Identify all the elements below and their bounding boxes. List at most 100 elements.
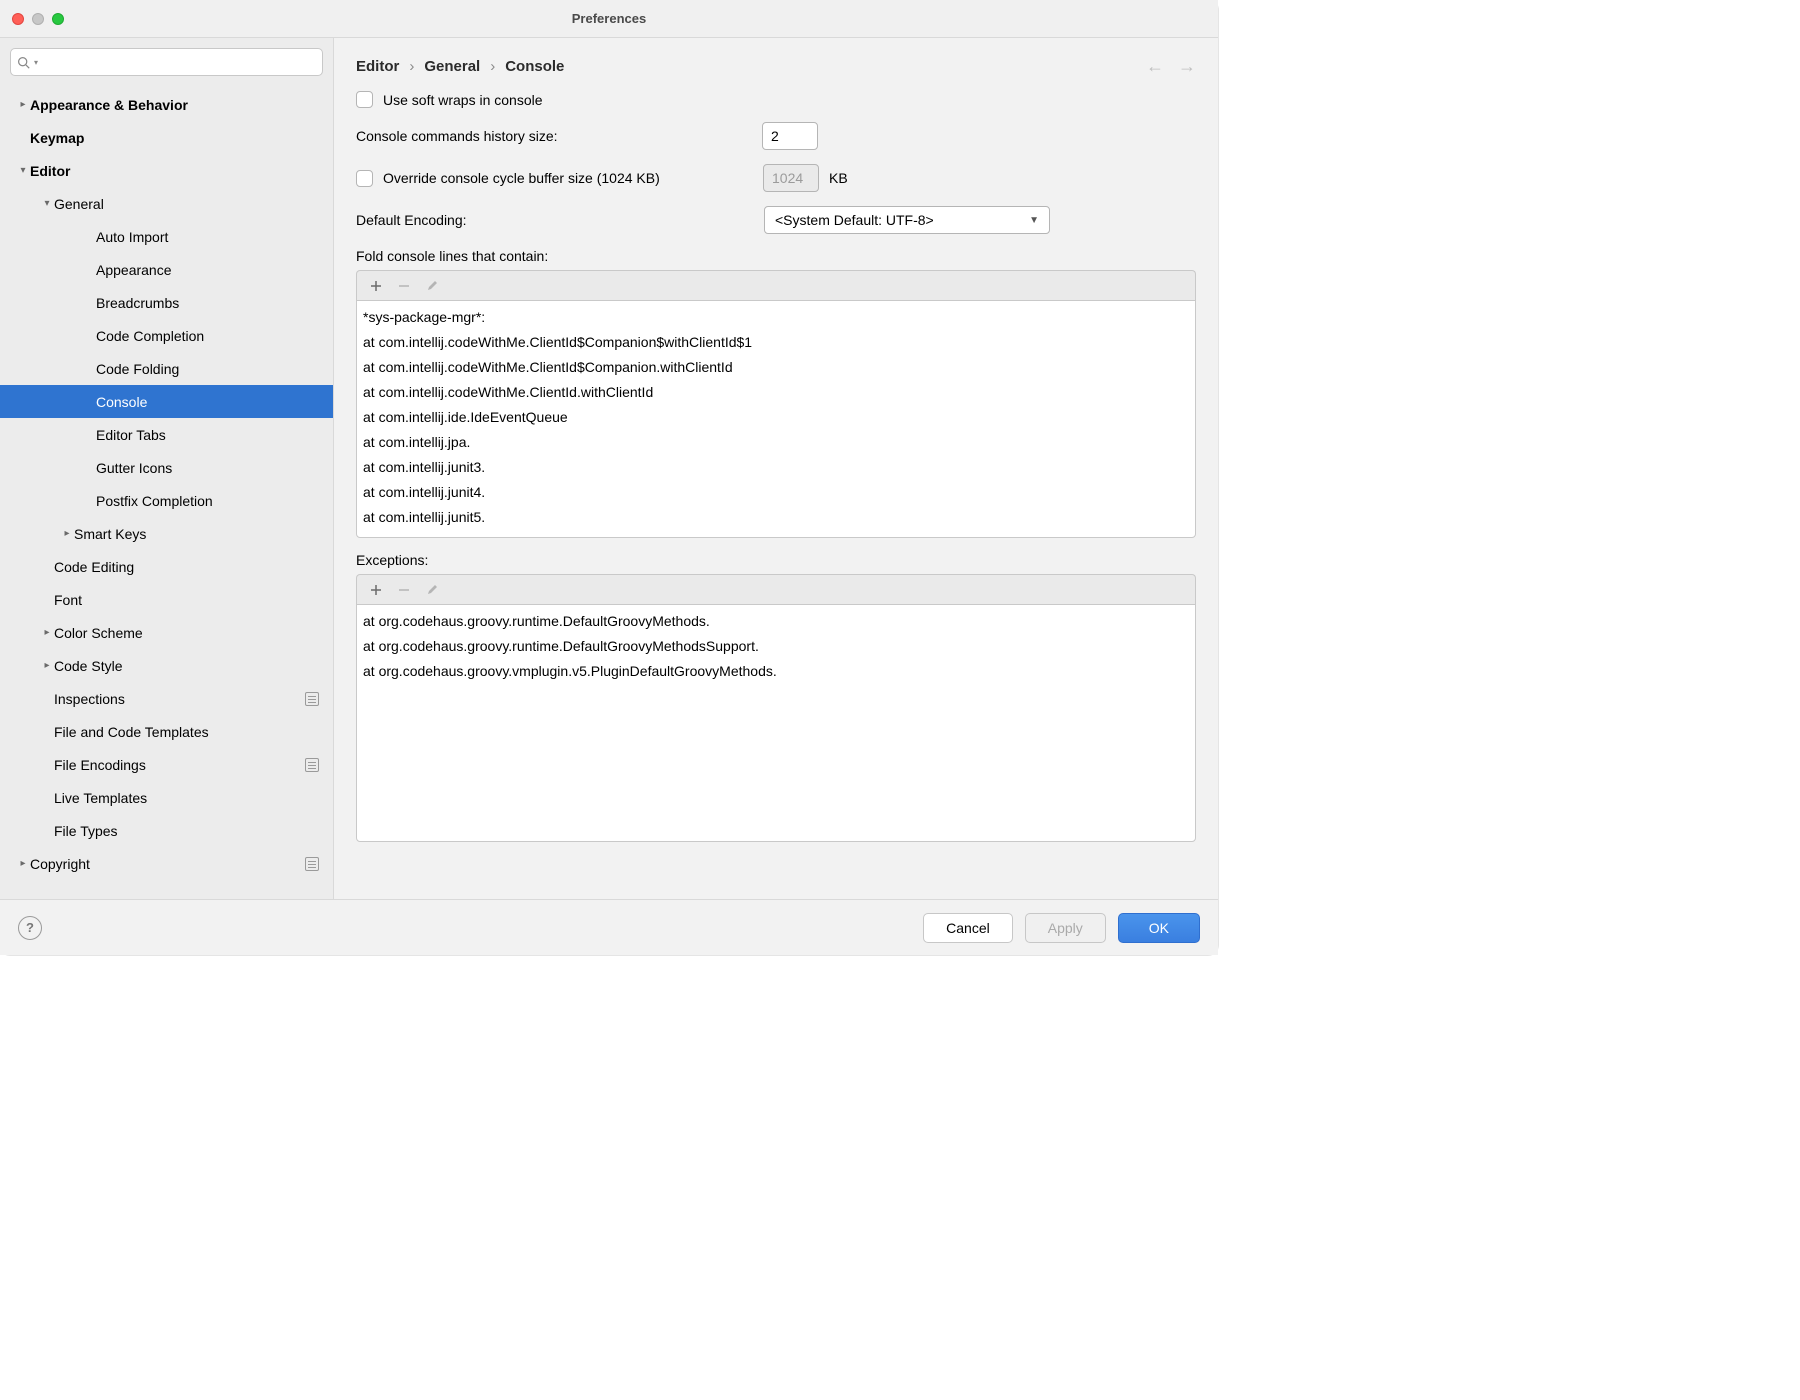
apply-button[interactable]: Apply: [1025, 913, 1106, 943]
sidebar-item-code-style[interactable]: ▸Code Style: [0, 649, 333, 682]
settings-tree: ▸Appearance & Behavior▸Keymap▾Editor▾Gen…: [0, 84, 333, 899]
back-icon[interactable]: ←: [1146, 56, 1164, 77]
help-button[interactable]: ?: [18, 916, 42, 940]
list-item[interactable]: *sys-package-mgr*:: [363, 305, 1189, 330]
forward-icon[interactable]: →: [1178, 56, 1196, 77]
buffer-unit-label: KB: [829, 170, 848, 186]
sidebar-item-label: File and Code Templates: [54, 724, 209, 740]
sidebar-item-editor[interactable]: ▾Editor: [0, 154, 333, 187]
edit-icon[interactable]: [425, 280, 439, 292]
sidebar-item-label: Copyright: [30, 856, 90, 872]
search-input[interactable]: ▾: [10, 48, 323, 76]
sidebar-item-appearance[interactable]: ▸Appearance: [0, 253, 333, 286]
remove-icon[interactable]: [397, 584, 411, 596]
chevron-down-icon: ▾: [40, 198, 54, 209]
sidebar-item-code-completion[interactable]: ▸Code Completion: [0, 319, 333, 352]
sidebar-item-file-and-code-templates[interactable]: ▸File and Code Templates: [0, 715, 333, 748]
history-size-input[interactable]: [762, 122, 818, 150]
nav-arrows: ← →: [1146, 56, 1196, 77]
override-buffer-label: Override console cycle buffer size (1024…: [383, 170, 753, 186]
list-item[interactable]: at com.intellij.codeWithMe.ClientId.with…: [363, 380, 1189, 405]
exceptions-list[interactable]: at org.codehaus.groovy.runtime.DefaultGr…: [356, 604, 1196, 842]
sidebar-item-label: Appearance: [96, 262, 172, 278]
chevron-right-icon: ▸: [40, 627, 54, 638]
list-item[interactable]: at org.codehaus.groovy.runtime.DefaultGr…: [363, 634, 1189, 659]
sidebar-item-console[interactable]: ▸Console: [0, 385, 333, 418]
sidebar-item-file-encodings[interactable]: ▸File Encodings: [0, 748, 333, 781]
footer: ? Cancel Apply OK: [0, 899, 1218, 955]
fold-lines-list[interactable]: *sys-package-mgr*:at com.intellij.codeWi…: [356, 300, 1196, 538]
list-item[interactable]: at com.intellij.junit3.: [363, 455, 1189, 480]
sidebar-item-gutter-icons[interactable]: ▸Gutter Icons: [0, 451, 333, 484]
main-panel: Editor › General › Console ← → Use soft …: [334, 38, 1218, 899]
breadcrumb-item: Console: [505, 58, 564, 75]
sidebar-item-inspections[interactable]: ▸Inspections: [0, 682, 333, 715]
list-item[interactable]: at org.codehaus.groovy.runtime.DefaultGr…: [363, 609, 1189, 634]
add-icon[interactable]: [369, 584, 383, 596]
sidebar-item-label: Console: [96, 394, 147, 410]
ok-button[interactable]: OK: [1118, 913, 1200, 943]
remove-icon[interactable]: [397, 280, 411, 292]
chevron-right-icon: ›: [490, 58, 495, 75]
sidebar-item-file-types[interactable]: ▸File Types: [0, 814, 333, 847]
sidebar-item-font[interactable]: ▸Font: [0, 583, 333, 616]
project-badge-icon: [305, 692, 319, 706]
sidebar-item-postfix-completion[interactable]: ▸Postfix Completion: [0, 484, 333, 517]
list-item[interactable]: at com.intellij.jpa.: [363, 430, 1189, 455]
sidebar-item-code-editing[interactable]: ▸Code Editing: [0, 550, 333, 583]
sidebar-item-breadcrumbs[interactable]: ▸Breadcrumbs: [0, 286, 333, 319]
chevron-right-icon: ▸: [16, 99, 30, 110]
soft-wraps-checkbox[interactable]: [356, 91, 373, 108]
sidebar-item-smart-keys[interactable]: ▸Smart Keys: [0, 517, 333, 550]
encoding-label: Default Encoding:: [356, 212, 754, 228]
sidebar-item-label: Gutter Icons: [96, 460, 172, 476]
chevron-down-icon: ▾: [16, 165, 30, 176]
sidebar-item-label: Auto Import: [96, 229, 168, 245]
sidebar-item-label: Code Folding: [96, 361, 179, 377]
history-size-label: Console commands history size:: [356, 128, 752, 144]
chevron-right-icon: ▸: [16, 858, 30, 869]
search-field[interactable]: [42, 55, 316, 70]
list-item[interactable]: at org.codehaus.groovy.vmplugin.v5.Plugi…: [363, 659, 1189, 684]
window-title: Preferences: [0, 11, 1218, 26]
breadcrumb-item[interactable]: General: [424, 58, 480, 75]
sidebar-item-general[interactable]: ▾General: [0, 187, 333, 220]
sidebar-item-label: File Types: [54, 823, 118, 839]
chevron-right-icon: ▸: [40, 660, 54, 671]
override-buffer-checkbox[interactable]: [356, 170, 373, 187]
fold-lines-toolbar: [356, 270, 1196, 300]
sidebar-item-label: Code Style: [54, 658, 122, 674]
titlebar: Preferences: [0, 0, 1218, 38]
edit-icon[interactable]: [425, 584, 439, 596]
list-item[interactable]: at com.intellij.codeWithMe.ClientId$Comp…: [363, 355, 1189, 380]
sidebar-item-label: Live Templates: [54, 790, 147, 806]
breadcrumb-item[interactable]: Editor: [356, 58, 399, 75]
list-item[interactable]: at com.intellij.junit5.: [363, 505, 1189, 530]
sidebar-item-label: Font: [54, 592, 82, 608]
search-icon: [17, 56, 30, 69]
encoding-select[interactable]: <System Default: UTF-8> ▼: [764, 206, 1050, 234]
sidebar-item-live-templates[interactable]: ▸Live Templates: [0, 781, 333, 814]
sidebar-item-code-folding[interactable]: ▸Code Folding: [0, 352, 333, 385]
sidebar-item-label: Code Editing: [54, 559, 134, 575]
sidebar-item-keymap[interactable]: ▸Keymap: [0, 121, 333, 154]
sidebar-item-label: Color Scheme: [54, 625, 143, 641]
list-item[interactable]: at com.intellij.junit4.: [363, 480, 1189, 505]
sidebar-item-label: Appearance & Behavior: [30, 97, 188, 113]
project-badge-icon: [305, 857, 319, 871]
chevron-down-icon: ▼: [1029, 215, 1039, 226]
encoding-value: <System Default: UTF-8>: [775, 212, 934, 228]
project-badge-icon: [305, 758, 319, 772]
list-item[interactable]: at com.intellij.codeWithMe.ClientId$Comp…: [363, 330, 1189, 355]
cancel-button[interactable]: Cancel: [923, 913, 1013, 943]
sidebar: ▾ ▸Appearance & Behavior▸Keymap▾Editor▾G…: [0, 38, 334, 899]
sidebar-item-label: Smart Keys: [74, 526, 146, 542]
sidebar-item-auto-import[interactable]: ▸Auto Import: [0, 220, 333, 253]
sidebar-item-editor-tabs[interactable]: ▸Editor Tabs: [0, 418, 333, 451]
add-icon[interactable]: [369, 280, 383, 292]
sidebar-item-copyright[interactable]: ▸Copyright: [0, 847, 333, 880]
sidebar-item-color-scheme[interactable]: ▸Color Scheme: [0, 616, 333, 649]
list-item[interactable]: at com.intellij.ide.IdeEventQueue: [363, 405, 1189, 430]
search-caret-icon: ▾: [34, 58, 38, 67]
sidebar-item-appearance-behavior[interactable]: ▸Appearance & Behavior: [0, 88, 333, 121]
